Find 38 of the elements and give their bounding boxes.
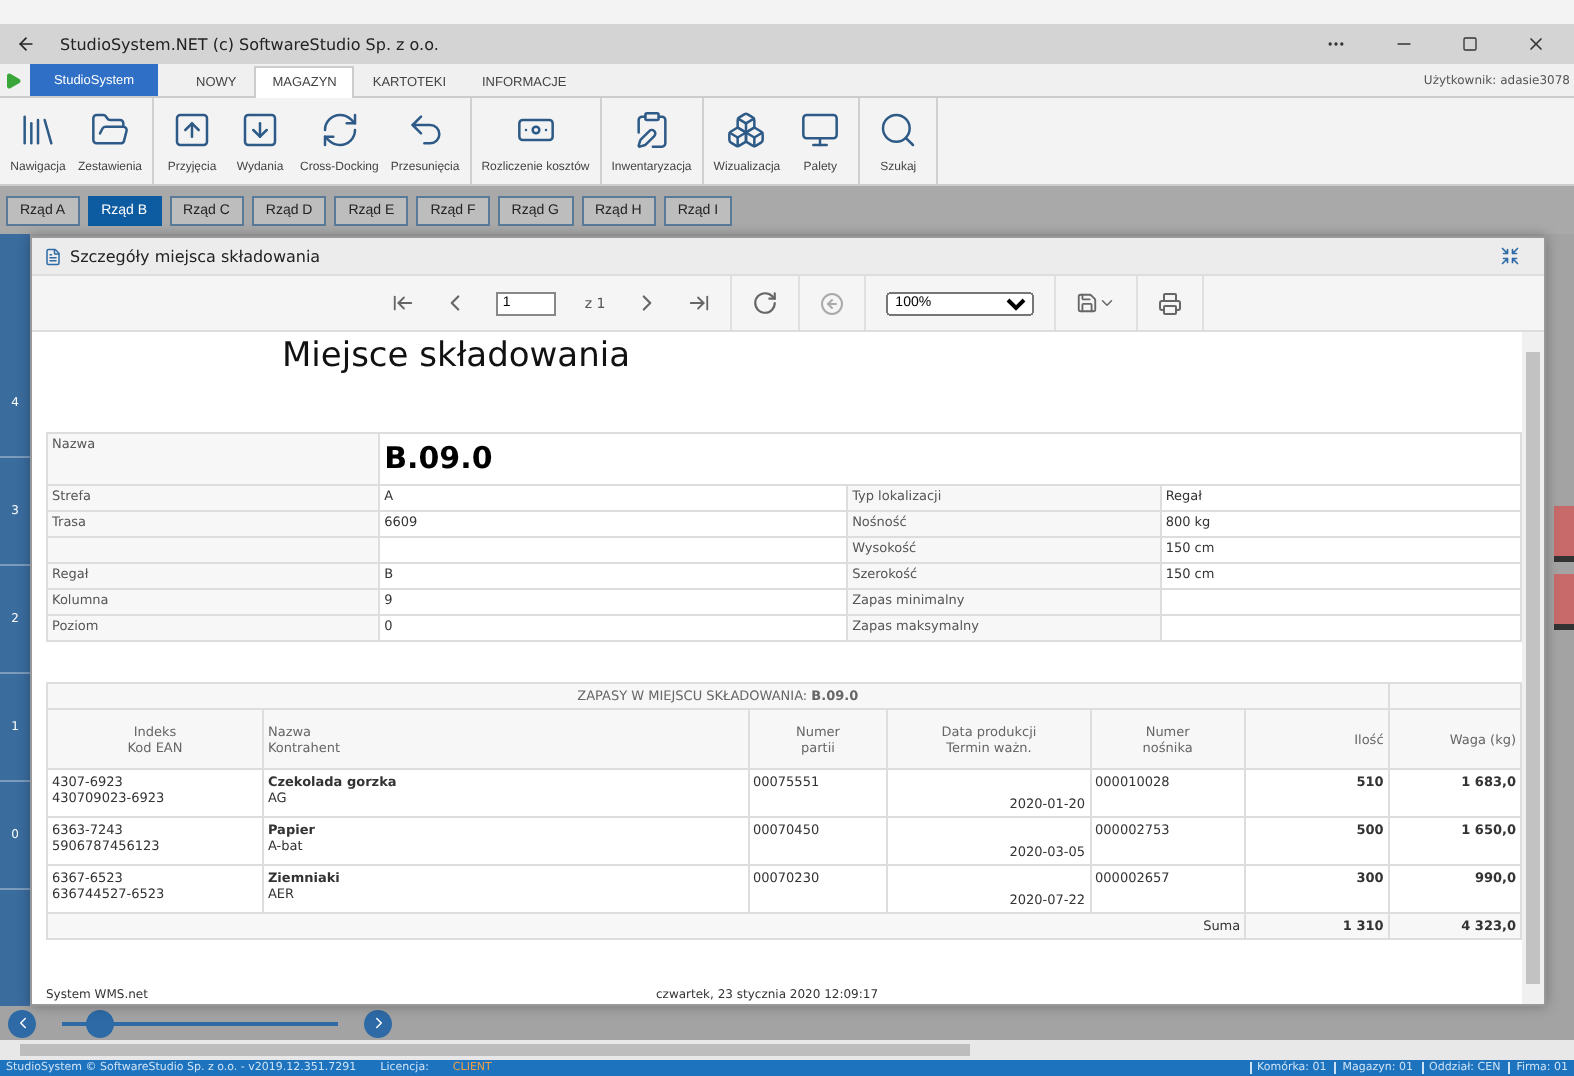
binders-icon [18,109,58,149]
arrow-down-box-icon [240,109,281,149]
back-icon [819,291,844,315]
folder-icon [90,109,130,149]
maximize-icon [1462,36,1478,52]
refresh-icon [751,290,778,316]
save-icon [1075,292,1098,314]
window-title: StudioSystem.NET (c) SoftwareStudio Sp. z o.o. [60,35,441,53]
close-icon [1526,34,1546,54]
slider-thumb[interactable] [86,1009,115,1037]
first-page-icon [392,292,415,314]
shrink-icon [1500,246,1520,266]
arrow-up-box-icon [172,109,213,149]
slider-right-button[interactable] [364,1009,392,1037]
first-page-button[interactable] [392,292,415,314]
scrollbar-thumb[interactable] [1526,352,1540,984]
rack-slot-card[interactable] [1554,574,1574,630]
last-page-icon [687,292,710,314]
clipboard-pen-icon [631,109,672,149]
print-button[interactable] [1157,291,1182,315]
document-icon [44,247,62,265]
slider-left-button[interactable] [8,1009,36,1037]
play-icon[interactable] [4,71,22,89]
last-page-button[interactable] [687,292,710,314]
back-icon[interactable] [16,34,36,54]
scrollbar-thumb[interactable] [20,1044,970,1056]
boxes-icon [726,109,767,149]
table-cell: B.09.0 [379,433,1521,485]
rack-slot-card[interactable] [1554,506,1574,562]
report-title: Miejsce składowania [282,336,633,376]
save-button[interactable] [1075,292,1116,314]
search-icon [878,109,919,149]
caret-icon [1097,294,1116,312]
print-icon [1157,291,1182,315]
circular-arrows-icon [319,109,360,149]
refresh-button[interactable] [751,290,778,316]
monitor-icon [800,109,841,149]
dialog-title: Szczegóły miejsca składowania [70,247,323,265]
